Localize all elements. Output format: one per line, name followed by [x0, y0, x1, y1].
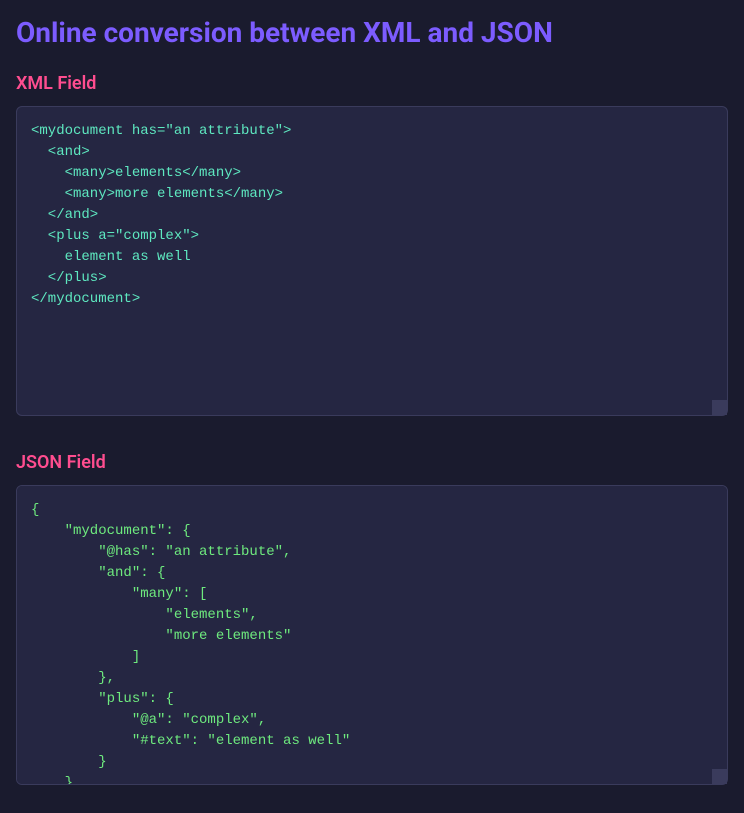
xml-field-label: XML Field [16, 73, 728, 94]
json-field-label: JSON Field [16, 452, 728, 473]
xml-input[interactable] [16, 106, 728, 416]
json-section: JSON Field [16, 452, 728, 789]
xml-section: XML Field [16, 73, 728, 444]
json-input[interactable] [16, 485, 728, 785]
page-title: Online conversion between XML and JSON [16, 16, 728, 49]
